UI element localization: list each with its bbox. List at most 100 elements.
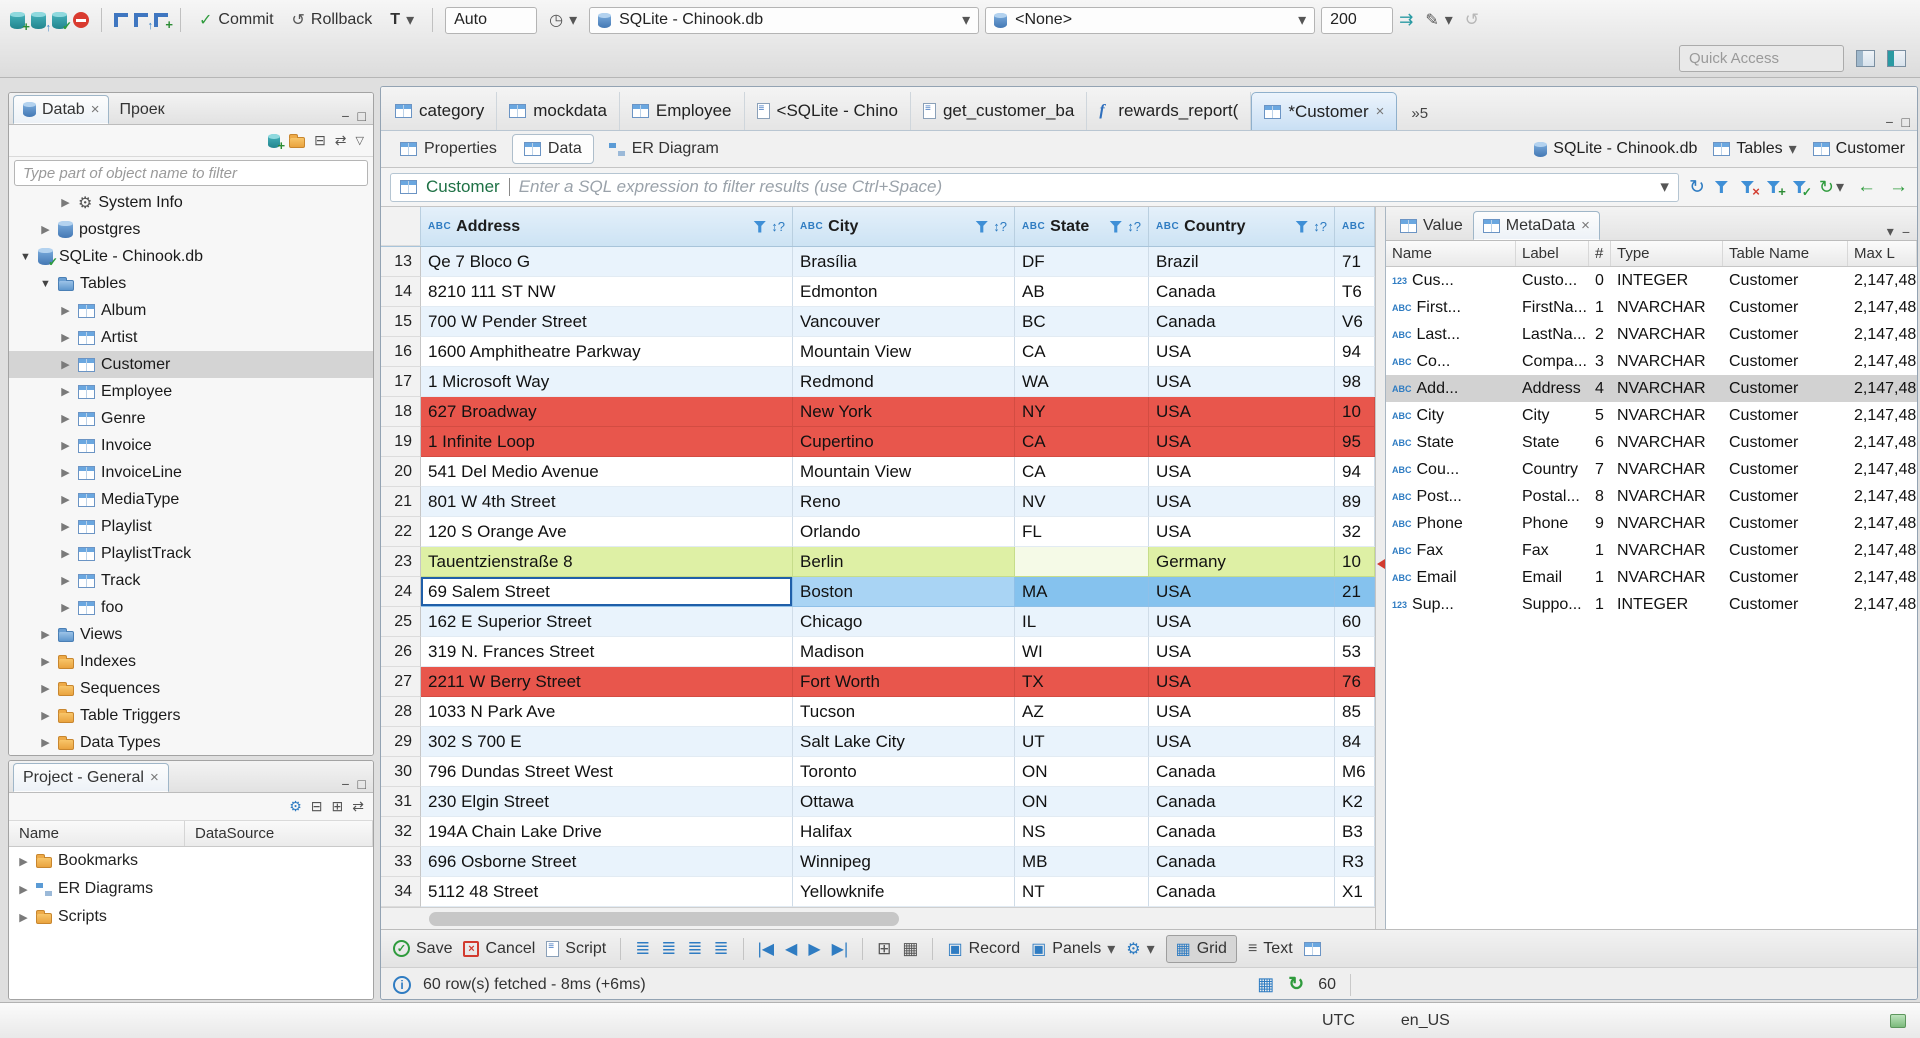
row-number[interactable]: 15 <box>381 307 421 337</box>
cell-country[interactable]: USA <box>1149 487 1335 517</box>
close-icon[interactable] <box>150 769 159 786</box>
cell-country[interactable]: Canada <box>1149 847 1335 877</box>
editor-tab-customer[interactable]: *Customer <box>1251 92 1398 130</box>
row-number[interactable]: 31 <box>381 787 421 817</box>
metadata-cell-maxlength[interactable]: 2,147,483 <box>1848 456 1917 483</box>
tree-item-foo[interactable]: ▶ foo <box>9 594 373 621</box>
cell-state[interactable]: MA <box>1015 577 1149 607</box>
expand-all-icon[interactable] <box>332 798 344 815</box>
cell-country[interactable]: USA <box>1149 667 1335 697</box>
metadata-cell-maxlength[interactable]: 2,147,483 <box>1848 564 1917 591</box>
metadata-cell-maxlength[interactable]: 2,147,483 <box>1848 402 1917 429</box>
tree-expander-icon[interactable]: ▶ <box>39 736 52 749</box>
row-number[interactable]: 18 <box>381 397 421 427</box>
cancel-button[interactable]: Cancel <box>463 940 535 958</box>
row-number[interactable]: 20 <box>381 457 421 487</box>
metadata-cell-table[interactable]: Customer <box>1723 294 1848 321</box>
cell-city[interactable]: Brasília <box>793 247 1015 277</box>
tab-value[interactable]: Value <box>1390 211 1473 240</box>
cell-address[interactable]: 1 Infinite Loop <box>421 427 793 457</box>
tree-expander-icon[interactable]: ▶ <box>59 466 72 479</box>
cell-city[interactable]: Berlin <box>793 547 1015 577</box>
cell-address[interactable]: 796 Dundas Street West <box>421 757 793 787</box>
cell-address[interactable]: 696 Osborne Street <box>421 847 793 877</box>
metadata-cell-ordinal[interactable]: 3 <box>1589 348 1611 375</box>
editor-tab-rewards-report[interactable]: rewards_report( <box>1087 92 1252 130</box>
row-number[interactable]: 24 <box>381 577 421 607</box>
link-with-editor-icon[interactable] <box>335 132 347 149</box>
cell-address[interactable]: 230 Elgin Street <box>421 787 793 817</box>
tab-projects[interactable]: Проек <box>109 95 174 124</box>
metadata-column-header-max-l[interactable]: Max L <box>1848 241 1917 266</box>
metadata-column-header-label[interactable]: Label <box>1516 241 1589 266</box>
cell-postalcode[interactable]: 94 <box>1335 337 1375 367</box>
editor-tab-category[interactable]: category <box>383 92 498 130</box>
context-container[interactable]: Tables <box>1713 139 1796 159</box>
metadata-cell-ordinal[interactable]: 4 <box>1589 375 1611 402</box>
save-button[interactable]: Save <box>393 940 452 958</box>
cell-postalcode[interactable]: 71 <box>1335 247 1375 277</box>
table-row[interactable]: 24 69 Salem Street Boston MA USA 21 <box>381 577 1375 607</box>
link-with-editor-icon[interactable] <box>352 798 364 815</box>
cell-country[interactable]: USA <box>1149 367 1335 397</box>
cell-city[interactable]: Chicago <box>793 607 1015 637</box>
tree-item-employee[interactable]: ▶ Employee <box>9 378 373 405</box>
cell-country[interactable]: USA <box>1149 697 1335 727</box>
metadata-cell-label[interactable]: LastNa... <box>1516 321 1589 348</box>
subtab-er-diagram[interactable]: ER Diagram <box>597 134 731 164</box>
column-header-datasource[interactable]: DataSource <box>185 821 373 846</box>
fetch-all-icon[interactable] <box>1399 10 1413 30</box>
filter-funnel-icon[interactable] <box>1295 220 1309 233</box>
row-number[interactable]: 28 <box>381 697 421 727</box>
object-filter-input[interactable]: Type part of object name to filter <box>14 160 368 186</box>
last-row-icon[interactable] <box>832 939 848 959</box>
cell-postalcode[interactable]: R3 <box>1335 847 1375 877</box>
cell-address[interactable]: 194A Chain Lake Drive <box>421 817 793 847</box>
cell-country[interactable]: Germany <box>1149 547 1335 577</box>
auto-refresh-icon[interactable] <box>1288 973 1304 996</box>
tab-project-general[interactable]: Project - General <box>13 763 169 792</box>
editor-tab-mockdata[interactable]: mockdata <box>497 92 620 130</box>
cell-postalcode[interactable]: 60 <box>1335 607 1375 637</box>
table-row[interactable]: 16 1600 Amphitheatre Parkway Mountain View… <box>381 337 1375 367</box>
metadata-cell-ordinal[interactable]: 1 <box>1589 537 1611 564</box>
metadata-cell-maxlength[interactable]: 2,147,483 <box>1848 375 1917 402</box>
cell-country[interactable]: Brazil <box>1149 247 1335 277</box>
settings-button[interactable] <box>1126 939 1154 959</box>
cell-country[interactable]: Canada <box>1149 307 1335 337</box>
cell-country[interactable]: USA <box>1149 337 1335 367</box>
cell-postalcode[interactable]: 21 <box>1335 577 1375 607</box>
metadata-cell-ordinal[interactable]: 9 <box>1589 510 1611 537</box>
tree-item-table-triggers[interactable]: ▶ Table Triggers <box>9 702 373 729</box>
tab-overflow-indicator[interactable]: »5 <box>1411 105 1428 130</box>
tree-item-customer[interactable]: ▶ Customer <box>9 351 373 378</box>
metadata-row[interactable]: ABC Co... Compa... 3 NVARCHAR Customer 2,147,4… <box>1386 348 1917 375</box>
table-row[interactable]: 32 194A Chain Lake Drive Halifax NS Canada B3 <box>381 817 1375 847</box>
collapse-all-icon[interactable] <box>314 132 326 149</box>
cell-city[interactable]: Tucson <box>793 697 1015 727</box>
cell-state[interactable]: ON <box>1015 787 1149 817</box>
datasource-combo[interactable]: SQLite - Chinook.db <box>589 6 980 34</box>
row-number[interactable]: 26 <box>381 637 421 667</box>
metadata-cell-type[interactable]: INTEGER <box>1611 267 1723 294</box>
cell-city[interactable]: Redmond <box>793 367 1015 397</box>
cell-postalcode[interactable]: V6 <box>1335 307 1375 337</box>
metadata-cell-table[interactable]: Customer <box>1723 456 1848 483</box>
cell-country[interactable]: USA <box>1149 457 1335 487</box>
subtab-properties[interactable]: Properties <box>388 134 509 164</box>
table-row[interactable]: 34 5112 48 Street Yellowknife NT Canada X1 <box>381 877 1375 907</box>
metadata-cell-type[interactable]: NVARCHAR <box>1611 321 1723 348</box>
metadata-cell-ordinal[interactable]: 7 <box>1589 456 1611 483</box>
cell-postalcode[interactable]: T6 <box>1335 277 1375 307</box>
table-row[interactable]: 13 Qe 7 Bloco G Brasília DF Brazil 71 <box>381 247 1375 277</box>
sort-icon[interactable] <box>1313 219 1327 234</box>
cell-country[interactable]: Canada <box>1149 277 1335 307</box>
cell-city[interactable]: Yellowknife <box>793 877 1015 907</box>
schema-combo[interactable]: <None> <box>985 6 1316 34</box>
metadata-cell-label[interactable]: Phone <box>1516 510 1589 537</box>
metadata-cell-label[interactable]: Fax <box>1516 537 1589 564</box>
connection-wizard-icon[interactable] <box>31 11 51 34</box>
table-row[interactable]: 33 696 Osborne Street Winnipeg MB Canada R3 <box>381 847 1375 877</box>
tree-expander-icon[interactable]: ▶ <box>39 655 52 668</box>
project-item-bookmarks[interactable]: ▶ Bookmarks <box>9 847 373 875</box>
